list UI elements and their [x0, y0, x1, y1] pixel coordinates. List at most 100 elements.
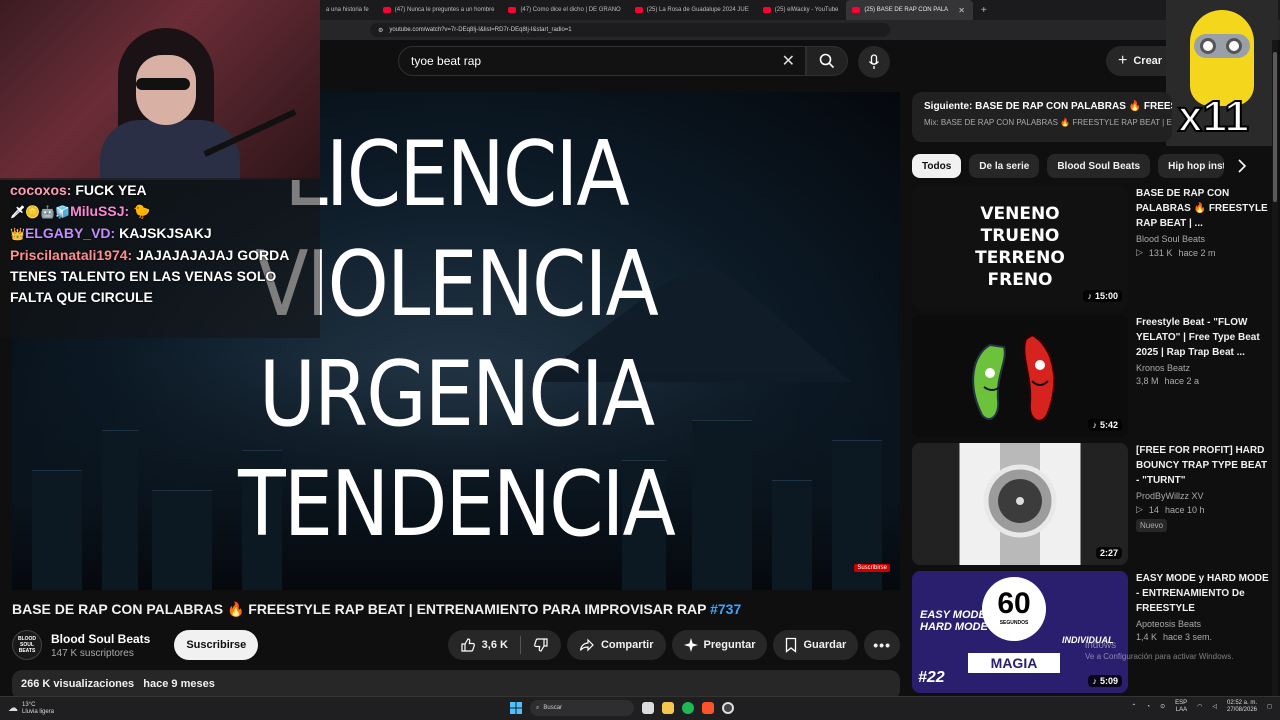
obs-icon[interactable] — [722, 702, 734, 714]
search-button[interactable] — [806, 46, 848, 76]
chat-message: 👑ELGABY_VD: KAJSKJSAKJ — [10, 223, 310, 245]
browser-tab-active[interactable]: (25) BASE DE RAP CON PALA ✕ — [846, 0, 973, 20]
search-input[interactable] — [411, 54, 771, 68]
like-count[interactable]: 3,6 K — [482, 639, 508, 651]
upload-age: hace 9 meses — [143, 678, 215, 690]
youtube-icon — [508, 7, 517, 13]
file-explorer-icon[interactable] — [662, 702, 674, 714]
duration-badge: ♪ 5:09 — [1088, 675, 1122, 687]
chip-all[interactable]: Todos — [912, 154, 962, 178]
browser-tab[interactable]: (47) Nunca le preguntes a un hombre — [377, 0, 503, 20]
recommendation-channel[interactable]: Apoteosis Beats — [1136, 619, 1272, 629]
screen: a una historia fe (47) Nunca le pregunte… — [0, 0, 1280, 720]
thumb-text: EASY MODE HARD MODE — [920, 609, 988, 633]
weather-temp: 13°C — [22, 701, 36, 708]
filter-chips: Todos De la serie Blood Soul Beats Hip h… — [912, 153, 1252, 179]
video-title: BASE DE RAP CON PALABRAS 🔥 FREESTYLE RAP… — [12, 601, 741, 618]
recommendation-meta: ▷ 131 K hace 2 m — [1136, 247, 1272, 258]
video-thumbnail[interactable]: EASY MODE HARD MODE 60 SEGUNDOS INDIVIDUAL… — [912, 571, 1128, 693]
recommendation-meta: ▷ 14 hace 10 h — [1136, 504, 1272, 515]
music-note-icon: ♪ — [1092, 676, 1097, 686]
recommendation-item[interactable]: ♪ 5:42 Freestyle Beat - "FLOW YELATO" | F… — [912, 315, 1272, 437]
more-actions-button[interactable]: ••• — [864, 630, 900, 660]
recommendation-item[interactable]: VENENO TRUENO TERRENO FRENO ♪ 15:00 BASE … — [912, 186, 1272, 308]
spotify-icon[interactable] — [682, 702, 694, 714]
music-note-icon: ♪ — [1092, 420, 1097, 430]
share-icon — [579, 638, 594, 652]
like-icon[interactable] — [460, 637, 476, 653]
video-thumbnail[interactable]: ♪ 5:42 — [912, 315, 1128, 437]
browser-tab[interactable]: (47) Como dice el dicho | DE GRANO — [502, 0, 628, 20]
mix-panel[interactable]: Siguiente: BASE DE RAP CON PALABRAS 🔥 FR… — [912, 92, 1172, 142]
chat-username: MiluSSJ: — [70, 203, 130, 219]
chat-message: Priscilanatali1974: JAJAJAJAJAJ GORDA TE… — [10, 245, 310, 308]
save-label: Guardar — [803, 639, 847, 651]
save-button[interactable]: Guardar — [773, 630, 859, 660]
page-scrollbar[interactable] — [1272, 40, 1278, 696]
notifications-icon[interactable]: ◻ — [1267, 704, 1272, 711]
site-settings-icon[interactable]: ⚙ — [378, 27, 383, 34]
close-tab-icon[interactable]: ✕ — [958, 6, 965, 15]
youtube-icon — [634, 7, 643, 13]
recommendation-title[interactable]: BASE DE RAP CON PALABRAS 🔥 FREESTYLE RAP… — [1136, 186, 1272, 231]
ask-label: Preguntar — [703, 639, 756, 651]
chat-text: 🐤 — [133, 203, 151, 219]
windows-start-icon[interactable] — [510, 702, 522, 714]
address-bar[interactable]: ⚙ youtube.com/watch?v=7r-DEq8Ij-I&list=R… — [370, 23, 890, 37]
language-indicator[interactable]: ESP LAA — [1175, 700, 1187, 714]
subscribe-button[interactable]: Suscribirse — [174, 630, 259, 660]
browser-tab[interactable]: (25) elWacky - YouTube — [757, 0, 847, 20]
video-thumbnail[interactable]: 2:27 — [912, 443, 1128, 565]
minion-emote-overlay: x11 — [1166, 0, 1278, 146]
brave-icon[interactable] — [702, 702, 714, 714]
subscribe-watermark[interactable]: Suscribirse — [854, 564, 890, 572]
duration-text: 5:09 — [1099, 676, 1118, 686]
chip-series[interactable]: De la serie — [969, 154, 1040, 178]
taskbar-search[interactable]: ⌕ Buscar — [530, 700, 634, 716]
lyric-word: URGENCIA — [258, 343, 655, 447]
location-icon[interactable]: ⊙ — [1160, 704, 1165, 711]
taskbar-apps: ⌕ Buscar — [510, 700, 734, 716]
recommendation-item[interactable]: 2:27 [FREE FOR PROFIT] HARD BOUNCY TRAP … — [912, 443, 1272, 565]
youtube-icon — [762, 7, 771, 13]
view-count: 266 K visualizaciones — [21, 678, 135, 690]
task-view-icon[interactable] — [642, 702, 654, 714]
recommendation-title[interactable]: Freestyle Beat - "FLOW YELATO" | Free Ty… — [1136, 315, 1272, 360]
wifi-icon[interactable]: ◠ — [1197, 704, 1202, 711]
recommendation-channel[interactable]: ProdByWillzz XV — [1136, 491, 1272, 501]
channel-avatar[interactable]: BLOOD SOUL BEATS — [12, 630, 42, 660]
tab-label: (25) La Rosa de Guadalupe 2024 JUE — [646, 7, 749, 13]
recommendation-channel[interactable]: Kronos Beatz — [1136, 363, 1272, 373]
recommendation-item[interactable]: EASY MODE HARD MODE 60 SEGUNDOS INDIVIDUAL… — [912, 571, 1272, 693]
tab-label: (25) elWacky - YouTube — [774, 7, 839, 13]
video-thumbnail[interactable]: VENENO TRUENO TERRENO FRENO ♪ 15:00 — [912, 186, 1128, 308]
recommendation-title[interactable]: EASY MODE y HARD MODE - ENTRENAMIENTO De… — [1136, 571, 1272, 616]
browser-tab[interactable]: a una historia fe — [320, 0, 377, 20]
scrollbar-thumb[interactable] — [1273, 52, 1277, 202]
ask-button[interactable]: Preguntar — [671, 630, 768, 660]
network-icon[interactable]: ◔ — [1146, 704, 1150, 711]
duration-badge: 2:27 — [1095, 547, 1122, 559]
clear-search-icon[interactable]: ✕ — [782, 51, 795, 71]
new-tab-icon[interactable]: + — [981, 5, 987, 16]
chip-channel[interactable]: Blood Soul Beats — [1047, 154, 1151, 178]
thumb-word: TERRENO — [975, 248, 1065, 268]
tab-label: a una historia fe — [326, 7, 369, 13]
chip-hiphop[interactable]: Hip hop instru — [1158, 154, 1225, 178]
volume-icon[interactable]: ◁ — [1212, 704, 1217, 711]
recommendation-title[interactable]: [FREE FOR PROFIT] HARD BOUNCY TRAP TYPE … — [1136, 443, 1272, 488]
chevron-right-icon[interactable] — [1232, 154, 1252, 178]
more-icon: ••• — [873, 637, 891, 653]
share-button[interactable]: Compartir — [566, 630, 666, 660]
dislike-icon[interactable] — [533, 637, 549, 653]
recommendation-channel[interactable]: Blood Soul Beats — [1136, 234, 1272, 244]
channel-name[interactable]: Blood Soul Beats — [51, 632, 150, 646]
browser-tab[interactable]: (25) La Rosa de Guadalupe 2024 JUE — [629, 0, 757, 20]
weather-widget[interactable]: ☁ 13°C Lluvia ligera — [8, 702, 54, 716]
chevron-up-icon[interactable]: ⌃ — [1131, 704, 1136, 711]
channel-info: Blood Soul Beats 147 K suscriptores — [51, 632, 150, 659]
video-hashtag[interactable]: #737 — [710, 601, 741, 617]
voice-search-button[interactable] — [858, 46, 890, 78]
watermark-line: Ve a Configuración para activar Windows. — [1085, 652, 1234, 661]
clock[interactable]: 02:52 a. m. 27/08/2026 — [1227, 700, 1257, 714]
